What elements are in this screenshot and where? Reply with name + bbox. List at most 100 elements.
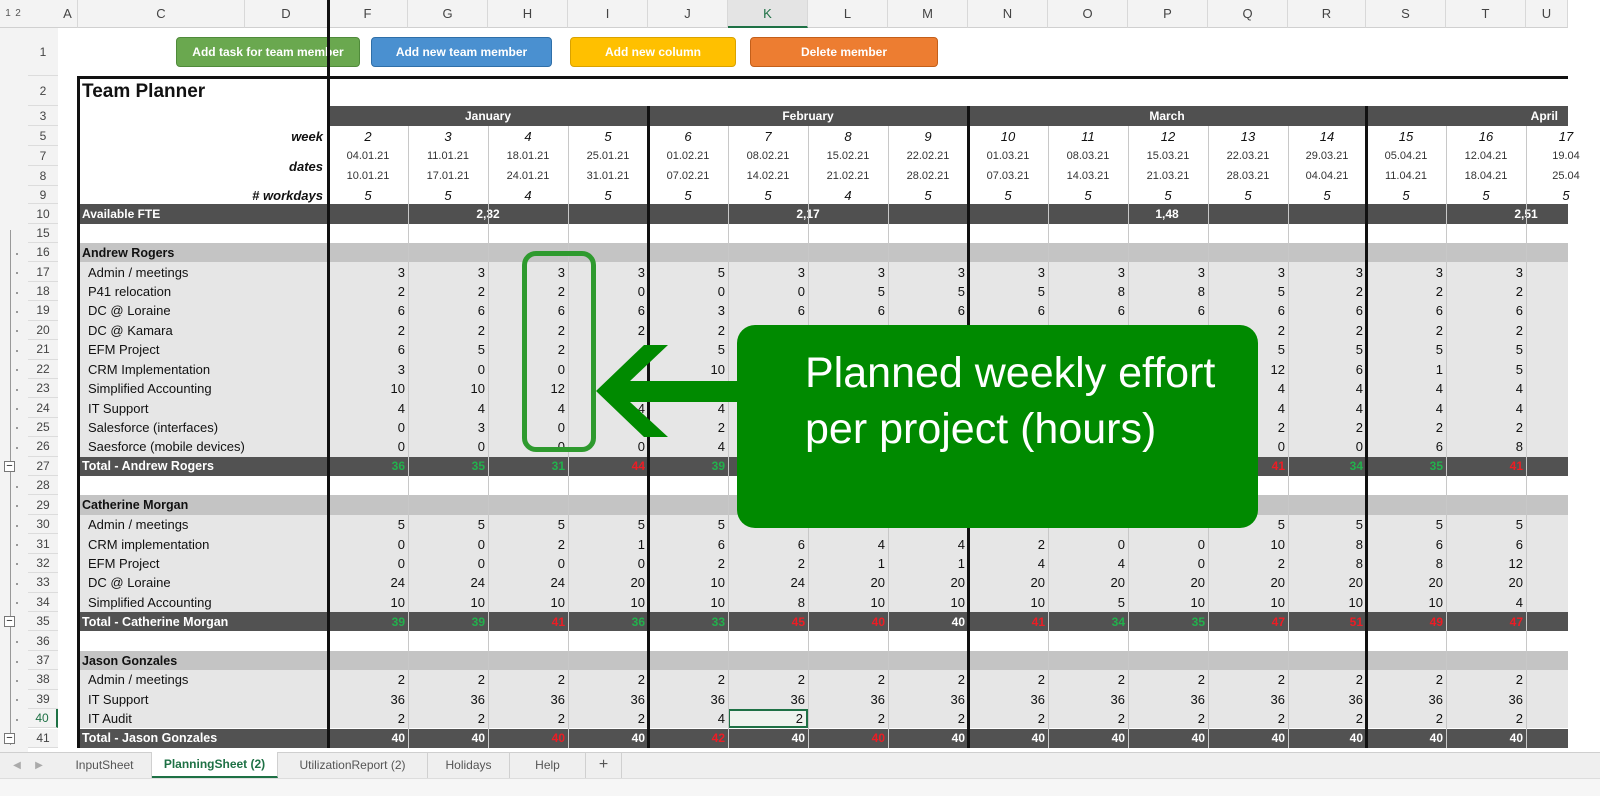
effort-cell[interactable]: 10 [648, 593, 728, 612]
effort-cell[interactable]: 3 [1048, 262, 1128, 281]
effort-cell[interactable]: 5 [968, 282, 1048, 301]
effort-cell[interactable]: 36 [728, 690, 808, 709]
effort-cell[interactable]: 10 [888, 593, 968, 612]
effort-cell[interactable]: 0 [488, 554, 568, 573]
row-header-17[interactable]: 17 [28, 262, 58, 282]
effort-cell[interactable]: 36 [968, 690, 1048, 709]
effort-cell[interactable]: 5 [648, 515, 728, 534]
effort-cell[interactable]: 6 [1048, 301, 1128, 320]
row-header-31[interactable]: 31 [28, 534, 58, 554]
effort-cell[interactable]: 4 [408, 398, 488, 417]
effort-cell[interactable]: 2 [1128, 670, 1208, 689]
row-header-26[interactable]: 26 [28, 437, 58, 457]
column-header-L[interactable]: L [808, 0, 888, 28]
effort-cell[interactable]: 10 [1366, 593, 1446, 612]
effort-cell[interactable]: 6 [648, 534, 728, 553]
effort-cell[interactable]: 3 [968, 262, 1048, 281]
effort-cell[interactable]: 0 [1128, 554, 1208, 573]
row-header-19[interactable]: 19 [28, 301, 58, 321]
effort-cell[interactable]: 2 [1446, 709, 1526, 728]
effort-cell[interactable]: 2 [488, 534, 568, 553]
effort-cell[interactable]: 2 [1366, 709, 1446, 728]
effort-cell[interactable]: 4 [808, 534, 888, 553]
row-header-28[interactable]: 28 [28, 476, 58, 496]
effort-cell[interactable]: 6 [408, 301, 488, 320]
effort-cell[interactable]: 36 [328, 690, 408, 709]
effort-cell[interactable]: 5 [1288, 515, 1366, 534]
row-header-34[interactable]: 34 [28, 592, 58, 612]
column-header-T[interactable]: T [1446, 0, 1526, 28]
collapse-group-button[interactable]: − [4, 460, 15, 472]
effort-cell[interactable]: 2 [648, 321, 728, 340]
row-header-29[interactable]: 29 [28, 495, 58, 515]
effort-cell[interactable]: 4 [648, 709, 728, 728]
effort-cell[interactable]: 2 [408, 282, 488, 301]
effort-cell[interactable]: 20 [968, 573, 1048, 592]
effort-cell[interactable]: 20 [1208, 573, 1288, 592]
effort-cell[interactable]: 6 [1288, 360, 1366, 379]
effort-cell[interactable]: 10 [488, 593, 568, 612]
effort-cell[interactable]: 6 [1366, 437, 1446, 456]
row-header-9[interactable]: 9 [28, 186, 58, 204]
effort-cell[interactable]: 5 [328, 515, 408, 534]
row-header-18[interactable]: 18 [28, 281, 58, 302]
effort-cell[interactable]: 4 [1048, 554, 1128, 573]
row-header-35[interactable]: 35 [28, 611, 58, 632]
row-header-3[interactable]: 3 [28, 106, 58, 126]
row-header-25[interactable]: 25 [28, 417, 58, 438]
effort-cell[interactable]: 0 [728, 282, 808, 301]
effort-cell[interactable]: 5 [1446, 340, 1526, 359]
column-header-G[interactable]: G [408, 0, 488, 28]
column-header-M[interactable]: M [888, 0, 968, 28]
effort-cell[interactable]: 10 [808, 593, 888, 612]
effort-cell[interactable]: 2 [568, 670, 648, 689]
toolbar-button-add-new-team-member[interactable]: Add new team member [371, 37, 552, 67]
effort-cell[interactable]: 2 [328, 670, 408, 689]
effort-cell[interactable]: 20 [1128, 573, 1208, 592]
column-header-R[interactable]: R [1288, 0, 1366, 28]
effort-cell[interactable]: 2 [1446, 418, 1526, 437]
effort-cell[interactable]: 36 [1288, 690, 1366, 709]
row-header-37[interactable]: 37 [28, 650, 58, 671]
row-header-10[interactable]: 10 [28, 204, 58, 224]
effort-cell[interactable]: 0 [408, 437, 488, 456]
effort-cell[interactable]: 3 [328, 360, 408, 379]
column-header-K[interactable]: K [728, 0, 808, 28]
effort-cell[interactable]: 10 [328, 379, 408, 398]
effort-cell[interactable]: 2 [408, 321, 488, 340]
effort-cell[interactable]: 2 [648, 554, 728, 573]
effort-cell[interactable]: 2 [1208, 670, 1288, 689]
row-header-32[interactable]: 32 [28, 553, 58, 574]
effort-cell[interactable]: 1 [1366, 360, 1446, 379]
row-header-41[interactable]: 41 [28, 728, 58, 748]
effort-cell[interactable]: 2 [888, 709, 968, 728]
effort-cell[interactable]: 5 [1446, 515, 1526, 534]
effort-cell[interactable]: 8 [1288, 534, 1366, 553]
effort-cell[interactable]: 36 [408, 690, 488, 709]
effort-cell[interactable]: 2 [1288, 709, 1366, 728]
column-header-D[interactable]: D [245, 0, 328, 28]
effort-cell[interactable]: 10 [568, 593, 648, 612]
effort-cell[interactable]: 5 [1446, 360, 1526, 379]
row-header-39[interactable]: 39 [28, 689, 58, 710]
sheet-tab-help[interactable]: Help [510, 752, 586, 778]
effort-cell[interactable]: 8 [1048, 282, 1128, 301]
toolbar-button-delete-member[interactable]: Delete member [750, 37, 938, 67]
effort-cell[interactable]: 20 [1048, 573, 1128, 592]
effort-cell[interactable]: 4 [1288, 379, 1366, 398]
effort-cell[interactable]: 2 [328, 282, 408, 301]
effort-cell[interactable]: 3 [808, 262, 888, 281]
toolbar-button-add-new-column[interactable]: Add new column [570, 37, 736, 67]
scroll-tabs-left-button[interactable]: ◀ [10, 756, 24, 774]
effort-cell[interactable]: 2 [728, 554, 808, 573]
effort-cell[interactable]: 5 [568, 515, 648, 534]
effort-cell[interactable]: 2 [968, 534, 1048, 553]
effort-cell[interactable]: 3 [1208, 262, 1288, 281]
effort-cell[interactable]: 2 [968, 709, 1048, 728]
effort-cell[interactable]: 3 [1288, 262, 1366, 281]
effort-cell[interactable]: 0 [408, 534, 488, 553]
effort-cell[interactable]: 10 [408, 593, 488, 612]
effort-cell[interactable]: 4 [968, 554, 1048, 573]
effort-cell[interactable]: 2 [488, 670, 568, 689]
effort-cell[interactable]: 36 [1366, 690, 1446, 709]
